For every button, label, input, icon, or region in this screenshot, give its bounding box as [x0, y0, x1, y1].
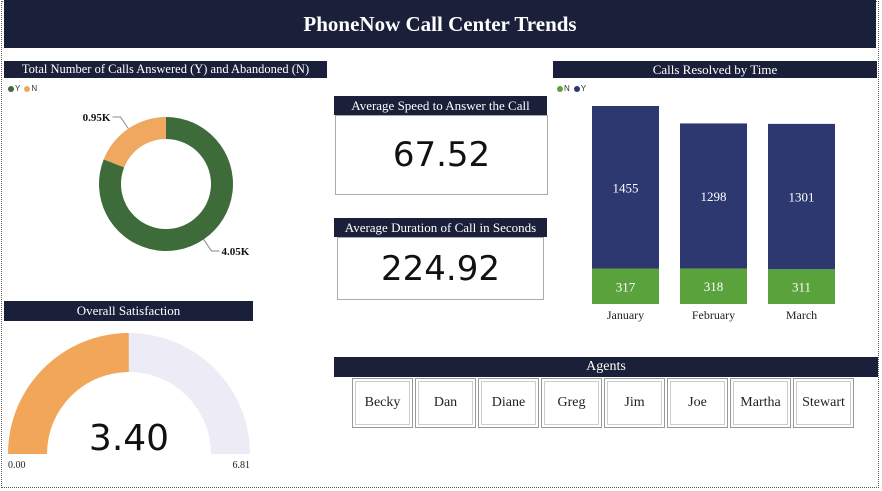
bar-data-label: 1301	[789, 190, 815, 205]
agent-button-joe[interactable]: Joe	[667, 378, 728, 428]
bar-data-label: 311	[792, 280, 811, 295]
agent-button-becky[interactable]: Becky	[352, 378, 413, 428]
agent-button-diane[interactable]: Diane	[478, 378, 539, 428]
legend-label-y: Y	[15, 84, 21, 93]
agent-button-stewart[interactable]: Stewart	[793, 378, 854, 428]
speed-card-title: Average Speed to Answer the Call	[351, 97, 530, 113]
legend-dot-y	[8, 85, 14, 92]
donut-chart: 4.05K 0.95K	[83, 112, 250, 258]
gauge-value: 3.40	[89, 418, 169, 459]
bar-category-label: March	[786, 308, 817, 322]
agent-button-martha[interactable]: Martha	[730, 378, 791, 428]
donut-slice-n[interactable]	[103, 117, 166, 168]
legend-item-y: Y	[8, 84, 20, 93]
donut-data-label: 0.95K	[83, 112, 111, 124]
resolved-bar-chart: 317 1455 January 318 1298 February 311 1301 Marc…	[592, 106, 835, 322]
satisfaction-gauge: 3.40 0.00 6.81	[8, 333, 251, 471]
satisfaction-title: Overall Satisfaction	[76, 303, 181, 318]
agents-header: Agents	[334, 357, 878, 377]
bar-data-label: 1298	[701, 189, 727, 204]
bar-data-label: 318	[704, 279, 724, 294]
agents-slicer: Becky Dan Diane Greg Jim Joe Martha Stew…	[352, 378, 854, 428]
resolved-legend: N Y	[557, 84, 586, 93]
legend-label-y: Y	[580, 84, 587, 93]
bar-data-label: 1455	[613, 180, 639, 195]
donut-leader-line	[203, 239, 220, 252]
legend-dot-n	[24, 85, 31, 92]
donut-chart-header: Total Number of Calls Answered (Y) and A…	[4, 61, 327, 78]
gauge-max-label: 6.81	[233, 460, 251, 471]
donut-legend: Y N	[8, 84, 37, 93]
resolved-chart-title: Calls Resolved by Time	[652, 61, 778, 77]
agent-button-dan[interactable]: Dan	[415, 378, 476, 428]
resolved-chart-header: Calls Resolved by Time	[553, 61, 877, 78]
duration-card-title: Average Duration of Call in Seconds	[344, 219, 537, 235]
legend-item-n: N	[557, 84, 570, 93]
duration-card-header: Average Duration of Call in Seconds	[334, 218, 547, 237]
legend-dot-y	[573, 85, 580, 92]
speed-card-value: 67.52	[335, 115, 548, 195]
legend-item-y: Y	[573, 84, 587, 93]
bar-category-label: February	[692, 308, 735, 322]
speed-card-header: Average Speed to Answer the Call	[334, 96, 547, 115]
bar-data-label: 317	[616, 279, 636, 294]
donut-data-label: 4.05K	[222, 246, 250, 258]
gauge-min-label: 0.00	[8, 460, 26, 471]
legend-label-n: N	[564, 84, 570, 93]
donut-chart-title: Total Number of Calls Answered (Y) and A…	[21, 62, 310, 76]
donut-leader-line	[112, 116, 129, 129]
legend-label-n: N	[31, 84, 38, 93]
agent-button-jim[interactable]: Jim	[604, 378, 665, 428]
legend-item-n: N	[24, 84, 37, 93]
dashboard-title: PhoneNow Call Center Trends	[4, 0, 876, 48]
agents-title: Agents	[586, 359, 626, 374]
legend-dot-n	[557, 85, 563, 92]
duration-card-value: 224.92	[337, 237, 544, 300]
satisfaction-header: Overall Satisfaction	[4, 301, 253, 321]
bar-category-label: January	[607, 308, 644, 322]
agent-button-greg[interactable]: Greg	[541, 378, 602, 428]
